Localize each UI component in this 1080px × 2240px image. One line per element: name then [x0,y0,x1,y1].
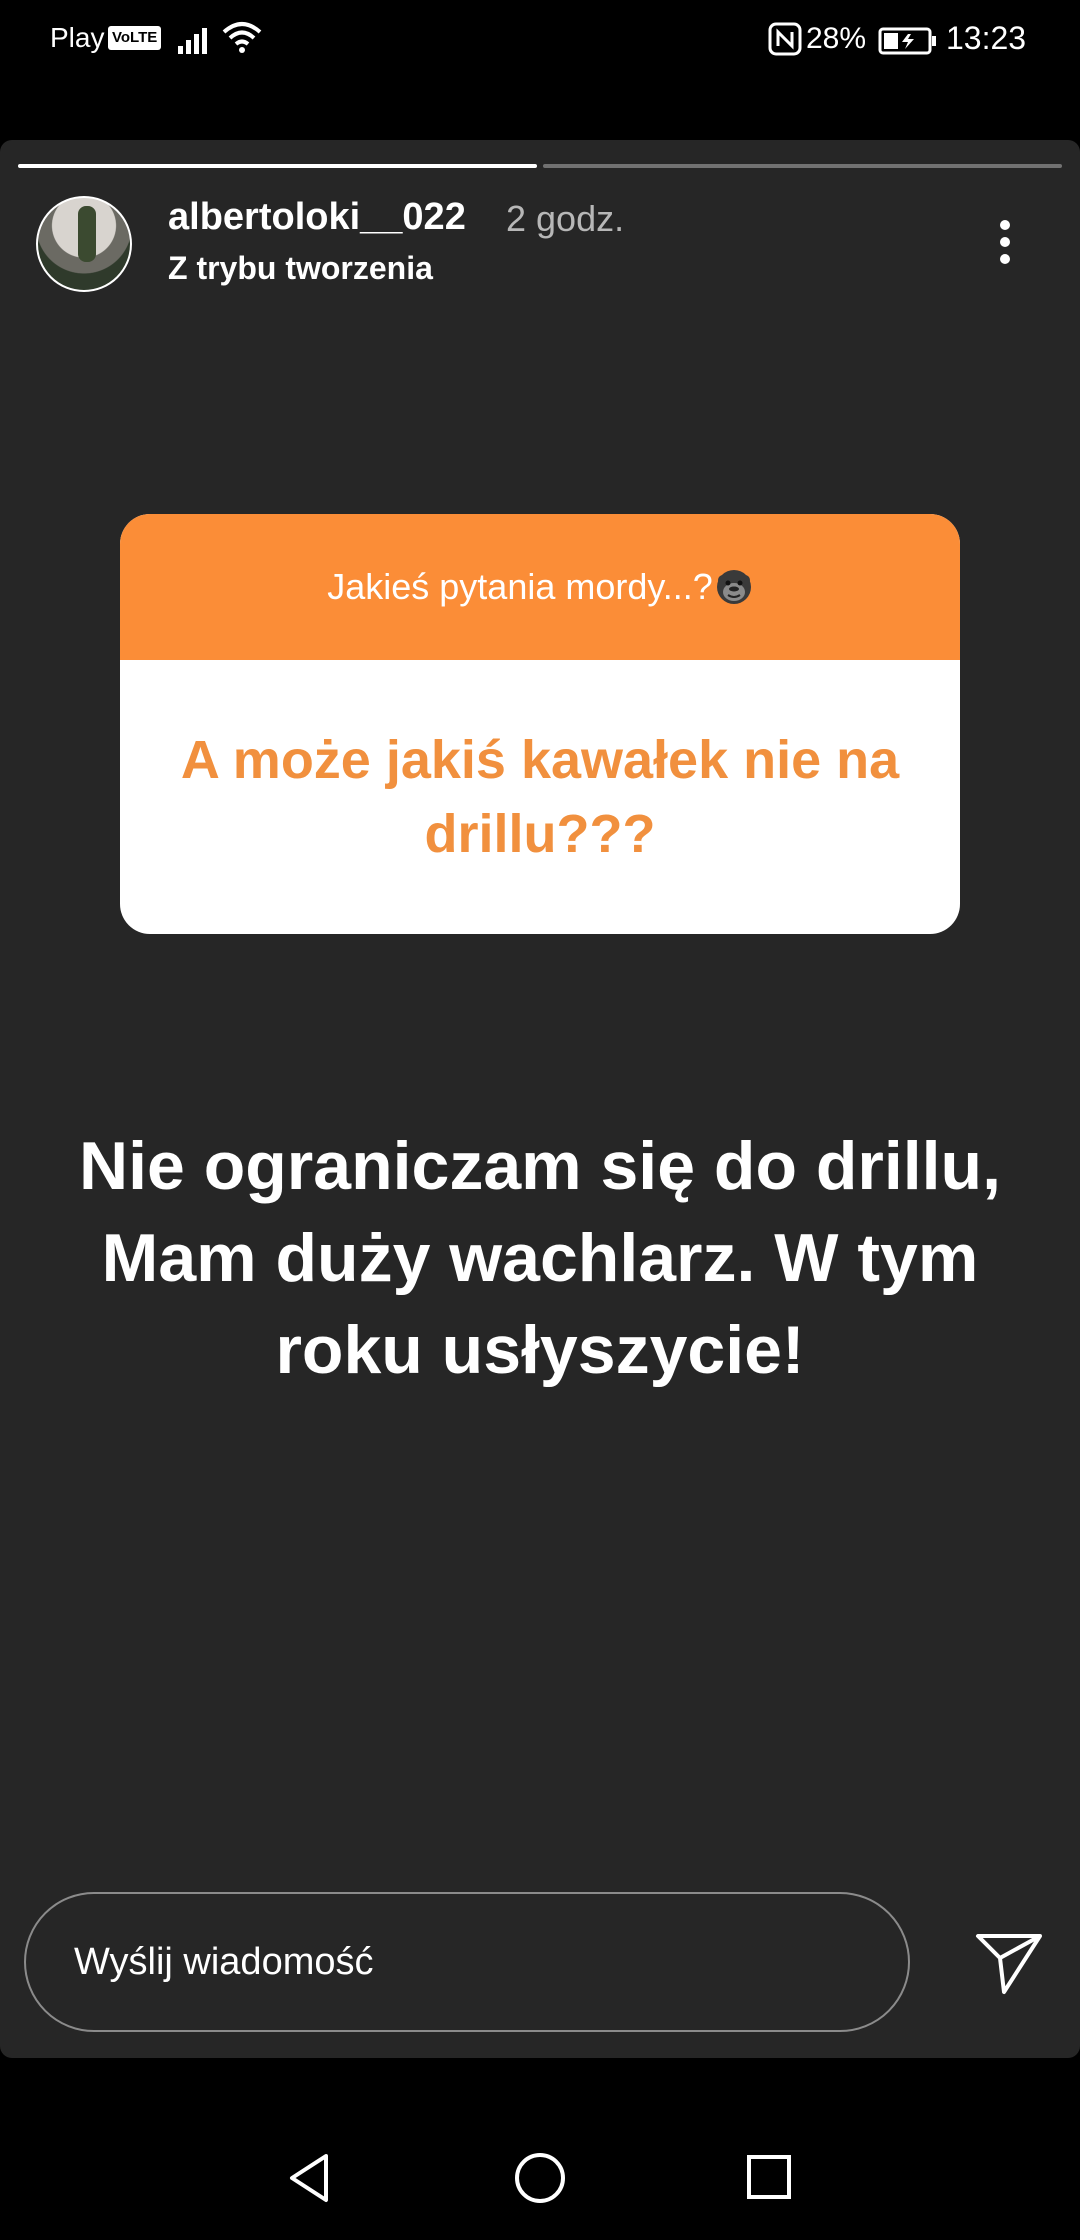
nfc-icon [768,22,802,56]
story-answer-text: Nie ograniczam się do drillu, Mam duży w… [79,1128,1001,1388]
more-dot [1000,237,1010,247]
home-icon[interactable] [514,2152,566,2204]
battery-charging-icon [878,27,936,55]
question-prompt: Jakieś pytania mordy...? [327,566,713,607]
system-nav-bar [0,2058,1080,2240]
send-message-placeholder: Wyślij wiadomość [74,1940,374,1983]
more-dot [1000,254,1010,264]
clock: 13:23 [946,20,1027,56]
recent-apps-icon[interactable] [746,2154,792,2200]
story-progress [18,164,1062,168]
story-container[interactable]: albertoloki__022 2 godz. Z trybu tworzen… [0,140,1080,2058]
carrier-label: Play [50,22,105,53]
avatar[interactable] [36,196,132,292]
more-dot [1000,220,1010,230]
volte-badge: VoLTE [108,26,162,50]
question-sticker: Jakieś pytania mordy...? A może jakiś ka… [120,514,960,934]
send-icon[interactable] [974,1930,1044,1996]
wifi-icon [222,22,262,53]
battery-percent: 28% [806,22,867,55]
question-text: A może jakiś kawałek nie na drillu??? [180,730,900,864]
back-icon[interactable] [286,2152,332,2204]
status-bar: Play VoLTE 28% 13:23 [0,0,1080,80]
send-message-input[interactable]: Wyślij wiadomość [24,1892,910,2032]
story-time-ago: 2 godz. [506,198,625,239]
story-subtitle: Z trybu tworzenia [168,250,433,286]
signal-icon [178,28,207,54]
question-sticker-header: Jakieś pytania mordy...? [120,514,960,660]
story-username[interactable]: albertoloki__022 [168,196,466,239]
more-options-icon[interactable] [990,212,1020,272]
progress-segment-complete [18,164,537,168]
gorilla-emoji-icon [716,570,751,604]
progress-segment-pending [543,164,1062,168]
